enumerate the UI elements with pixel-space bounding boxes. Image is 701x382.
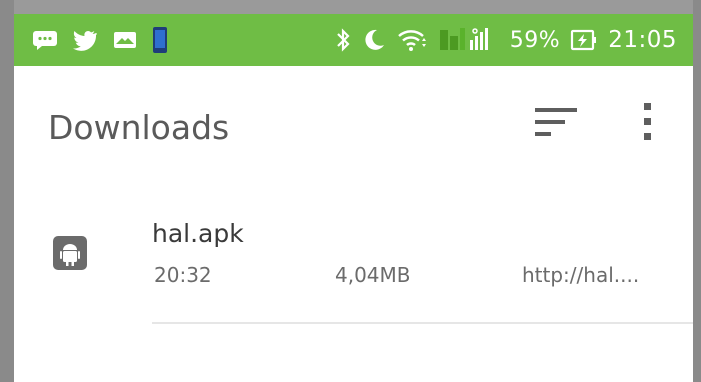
system-status: 59% 21:05: [334, 14, 677, 66]
download-time: 20:32: [154, 263, 212, 287]
phone-icon: [152, 26, 168, 54]
android-icon: [52, 235, 88, 271]
file-name: hal.apk: [152, 219, 244, 248]
downloads-list: hal.apk 20:32 4,04MB http://hal....: [14, 199, 693, 324]
photo-frame-right: [693, 0, 701, 382]
bluetooth-icon: [334, 27, 352, 53]
battery-charging-icon: [570, 28, 598, 52]
moon-icon: [362, 28, 386, 52]
notification-icons: [32, 14, 168, 66]
photo-frame-top: [0, 0, 701, 14]
battery-percent: 59%: [509, 27, 561, 53]
phone-screen: 59% 21:05 Downloads hal.apk 20:32 4,04MB…: [14, 14, 693, 382]
sort-icon: [533, 105, 579, 143]
status-bar: 59% 21:05: [14, 14, 693, 66]
more-vert-icon: [642, 102, 654, 146]
wifi-icon: [396, 27, 428, 53]
download-item[interactable]: hal.apk 20:32 4,04MB http://hal....: [14, 199, 693, 324]
mail-icon: [112, 29, 138, 51]
clock: 21:05: [608, 27, 677, 53]
photo-frame-left: [0, 0, 14, 382]
message-icon: [32, 29, 58, 51]
sort-button[interactable]: [526, 94, 586, 154]
more-options-button[interactable]: [618, 94, 678, 154]
page-title: Downloads: [48, 108, 230, 147]
twitter-icon: [72, 29, 98, 51]
file-size: 4,04MB: [335, 263, 411, 287]
row-divider: [152, 322, 693, 324]
source-url: http://hal....: [522, 263, 640, 287]
app-toolbar: Downloads: [14, 66, 693, 176]
signal-icon: [438, 26, 500, 54]
